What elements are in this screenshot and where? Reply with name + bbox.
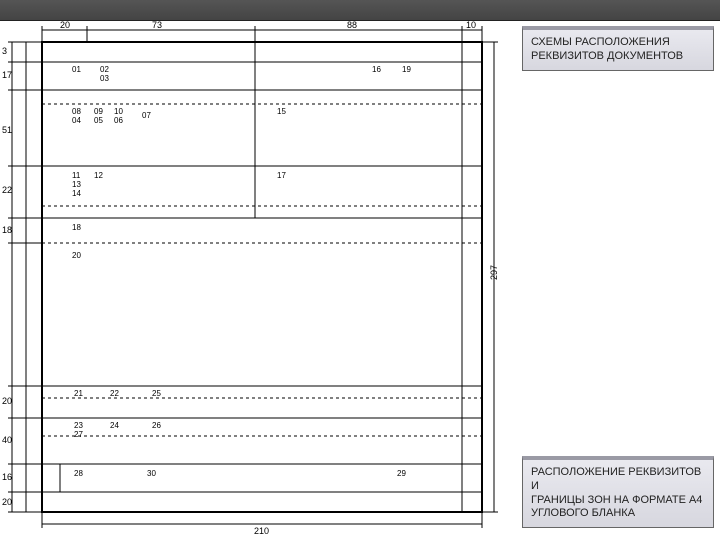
caption-box: РАСПОЛОЖЕНИЕ РЕКВИЗИТОВ И ГРАНИЦЫ ЗОН НА… <box>522 456 714 528</box>
lbl-16: 16 <box>372 65 381 74</box>
lbl-26: 26 <box>152 421 161 430</box>
lbl-07: 07 <box>142 111 151 120</box>
lbl-20: 20 <box>72 251 81 260</box>
lbl-02: 0203 <box>100 65 109 83</box>
dim-l-d: 22 <box>2 185 12 195</box>
dim-l-e: 18 <box>2 225 12 235</box>
header-panel: СХЕМЫ РАСПОЛОЖЕНИЯ РЕКВИЗИТОВ ДОКУМЕНТОВ <box>522 26 714 71</box>
dim-top-a: 20 <box>60 20 70 30</box>
dim-l-h: 16 <box>2 472 12 482</box>
lbl-28: 28 <box>74 469 83 478</box>
lbl-08-04: 0804 <box>72 107 81 125</box>
lbl-29: 29 <box>397 469 406 478</box>
lbl-30: 30 <box>147 469 156 478</box>
lbl-25: 25 <box>152 389 161 398</box>
lbl-21: 21 <box>74 389 83 398</box>
lbl-12: 12 <box>94 171 103 180</box>
dim-l-f: 20 <box>2 396 12 406</box>
dim-top-c: 88 <box>347 20 357 30</box>
lbl-22: 22 <box>110 389 119 398</box>
lbl-23-27: 2327 <box>74 421 83 439</box>
caption-l1: РАСПОЛОЖЕНИЕ РЕКВИЗИТОВ И <box>531 466 705 494</box>
dim-l-g: 40 <box>2 435 12 445</box>
caption-l3: УГЛОВОГО БЛАНКА <box>531 507 705 521</box>
caption-panel: РАСПОЛОЖЕНИЕ РЕКВИЗИТОВ И ГРАНИЦЫ ЗОН НА… <box>522 456 714 528</box>
dim-top-b: 73 <box>152 20 162 30</box>
caption-l2: ГРАНИЦЫ ЗОН НА ФОРМАТЕ А4 <box>531 494 705 508</box>
dim-l-a: 3 <box>2 46 7 56</box>
header-box: СХЕМЫ РАСПОЛОЖЕНИЯ РЕКВИЗИТОВ ДОКУМЕНТОВ <box>522 26 714 71</box>
diagram: 20 73 88 10 3 17 51 <box>2 18 507 538</box>
stage: СХЕМЫ РАСПОЛОЖЕНИЯ РЕКВИЗИТОВ ДОКУМЕНТОВ… <box>0 0 720 540</box>
lbl-17: 17 <box>277 171 286 180</box>
dim-bottom-w: 210 <box>254 526 269 536</box>
lbl-15: 15 <box>277 107 286 116</box>
lbl-19: 19 <box>402 65 411 74</box>
lbl-18: 18 <box>72 223 81 232</box>
lbl-09-05: 0905 <box>94 107 103 125</box>
lbl-01: 01 <box>72 65 81 74</box>
dim-l-c: 51 <box>2 125 12 135</box>
dim-l-b: 17 <box>2 70 12 80</box>
dim-l-i: 20 <box>2 497 12 507</box>
lbl-24: 24 <box>110 421 119 430</box>
dim-right-full: 297 <box>489 265 499 280</box>
header-text: СХЕМЫ РАСПОЛОЖЕНИЯ РЕКВИЗИТОВ ДОКУМЕНТОВ <box>531 36 683 62</box>
lbl-10-06: 1006 <box>114 107 123 125</box>
lbl-11-13-14: 111314 <box>72 171 81 198</box>
dim-top-d: 10 <box>466 20 476 30</box>
